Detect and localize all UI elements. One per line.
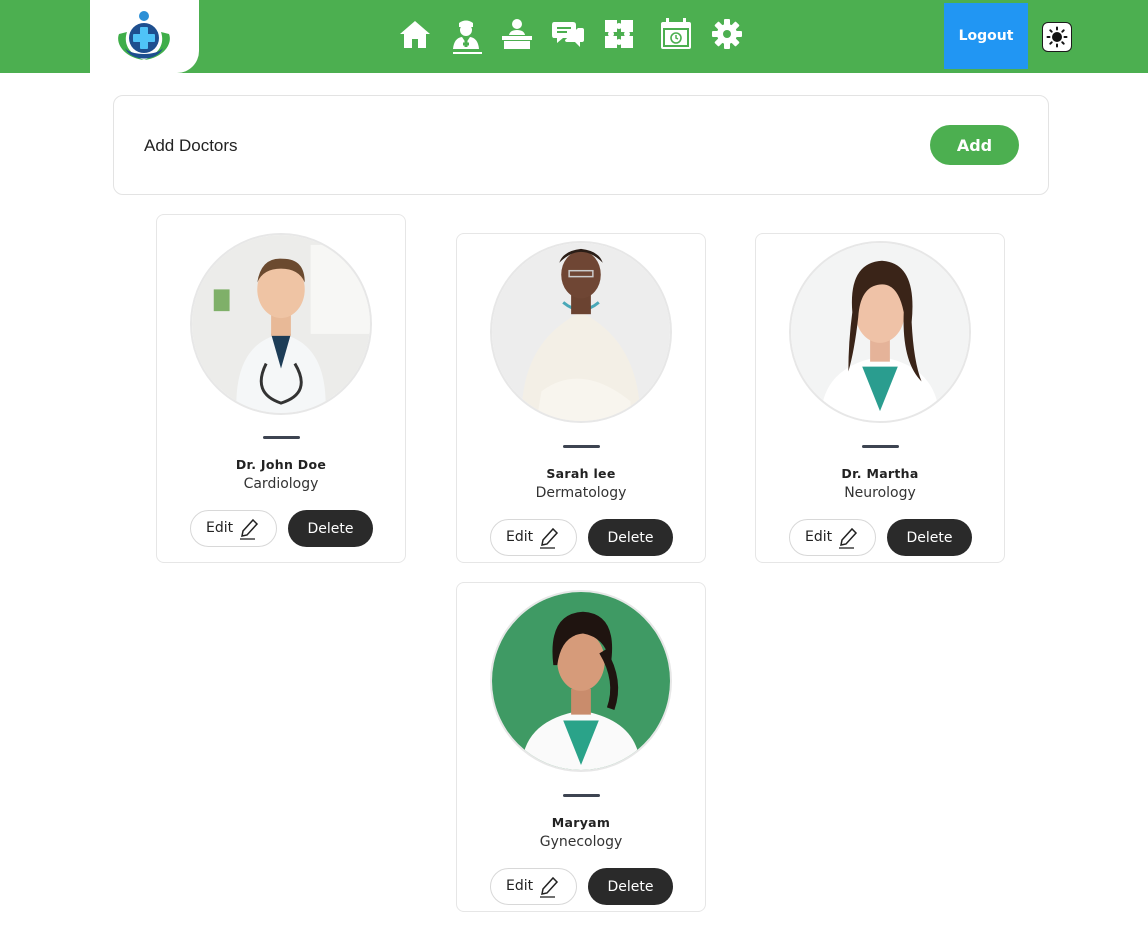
nav-chat[interactable]: [551, 17, 587, 55]
doctor-card: Maryam Gynecology Edit Delete: [456, 582, 706, 912]
nav-home[interactable]: [398, 17, 434, 55]
medical-cross-leaves-logo-icon: [118, 11, 170, 60]
doctor-icon: [453, 20, 479, 49]
pencil-icon: [540, 876, 559, 898]
doctor-name: Dr. John Doe: [235, 457, 327, 472]
edit-label: Edit: [805, 529, 833, 545]
puzzle-icon: [605, 20, 633, 48]
edit-button[interactable]: Edit: [490, 519, 577, 556]
doctor-name: Maryam: [551, 815, 611, 830]
doctor-specialty: Neurology: [844, 485, 916, 501]
add-doctor-button[interactable]: Add: [930, 125, 1019, 165]
card-divider: [862, 445, 899, 448]
doctor-portrait-image: [492, 592, 670, 770]
pencil-icon: [839, 527, 858, 549]
edit-button[interactable]: Edit: [490, 868, 577, 905]
reception-desk-icon: [502, 19, 532, 49]
logo[interactable]: [90, 0, 199, 73]
doctor-photo: [789, 241, 971, 423]
calendar-icon: [661, 18, 691, 49]
doctor-card: Sarah lee Dermatology Edit Delete: [456, 233, 706, 563]
doctor-card: Dr. Martha Neurology Edit Delete: [755, 233, 1005, 563]
sun-icon: [1046, 26, 1068, 48]
pencil-icon: [240, 518, 259, 540]
edit-button[interactable]: Edit: [190, 510, 277, 547]
doctor-portrait-image: [791, 243, 969, 421]
edit-button[interactable]: Edit: [789, 519, 876, 556]
pencil-icon: [540, 527, 559, 549]
doctor-card: Dr. John Doe Cardiology Edit Delete: [156, 214, 406, 563]
logout-button[interactable]: Logout: [944, 3, 1028, 69]
add-doctors-panel: Add Doctors Add: [113, 95, 1049, 195]
gear-icon: [712, 19, 742, 49]
doctor-specialty: Dermatology: [535, 485, 627, 501]
nav-calendar[interactable]: [659, 17, 695, 55]
doctor-name: Dr. Martha: [841, 466, 919, 481]
doctor-portrait-image: [192, 235, 370, 413]
card-divider: [563, 445, 600, 448]
nav-settings[interactable]: [710, 17, 746, 55]
doctor-photo: [490, 241, 672, 423]
doctor-specialty: Cardiology: [243, 476, 319, 492]
delete-button[interactable]: Delete: [588, 868, 673, 905]
edit-label: Edit: [506, 878, 534, 894]
chat-icon: [552, 22, 584, 47]
theme-toggle[interactable]: [1042, 22, 1072, 52]
delete-button[interactable]: Delete: [887, 519, 972, 556]
doctor-portrait-image: [492, 243, 670, 421]
doctor-photo: [490, 590, 672, 772]
home-icon: [400, 21, 430, 48]
nav-doctors[interactable]: [449, 17, 485, 55]
edit-label: Edit: [506, 529, 534, 545]
nav-puzzle[interactable]: [602, 17, 638, 55]
top-navbar: Logout: [0, 0, 1148, 73]
card-divider: [263, 436, 300, 439]
doctor-photo: [190, 233, 372, 415]
delete-button[interactable]: Delete: [288, 510, 373, 547]
add-doctors-title: Add Doctors: [144, 136, 238, 155]
doctor-name: Sarah lee: [546, 466, 616, 481]
nav-reception[interactable]: [500, 17, 536, 55]
card-divider: [563, 794, 600, 797]
delete-button[interactable]: Delete: [588, 519, 673, 556]
doctor-specialty: Gynecology: [539, 834, 623, 850]
edit-label: Edit: [206, 520, 234, 536]
